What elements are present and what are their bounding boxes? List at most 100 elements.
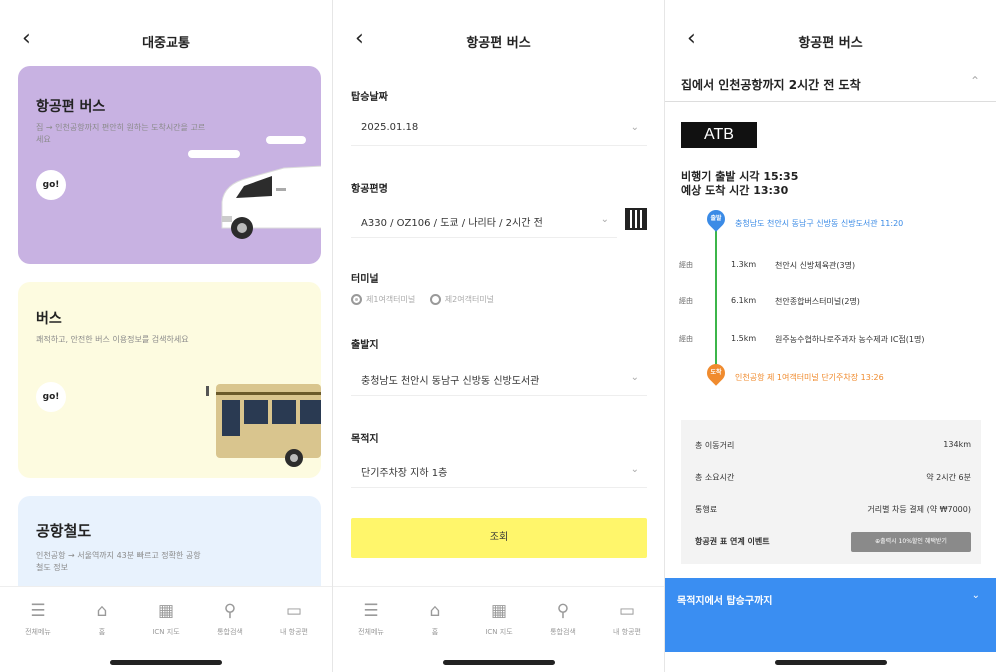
radio-checked-icon: [351, 294, 362, 305]
tab-label: 내 항공편: [613, 628, 641, 636]
home-indicator: [110, 660, 222, 665]
flight-select[interactable]: A330 / OZ106 / 도쿄 / 나리타 / 2시간 전 ⌄: [351, 206, 617, 238]
screen-transport-home: ‹ 대중교통 항공편 버스 집 → 인천공항까지 편안히 원하는 도착시간을 고…: [0, 0, 332, 672]
tab-search[interactable]: ⚲ 통합검색: [535, 599, 591, 637]
card-desc: 인천공항 → 서울역까지 43분 빠르고 정확한 공항철도 정보: [36, 551, 201, 572]
panel-title: 목적지에서 탑승구까지: [677, 596, 773, 607]
terminal-option-2[interactable]: 제2여객터미널: [429, 294, 495, 305]
info-value: 거리별 차등 결제 (약 ₩7000): [867, 505, 971, 514]
end-stop: 인천공항 제 1여객터미널 단기주차장 13:26: [735, 373, 884, 382]
gate-route-panel[interactable]: 목적지에서 탑승구까지 ⌄: [665, 578, 996, 652]
chevron-down-icon: ⌄: [971, 590, 980, 601]
origin-value: 충청남도 천안시 동남구 신방동 신방도서관: [361, 376, 540, 387]
via-tag: 經由: [679, 261, 693, 269]
info-key: 총 이동거리: [695, 441, 735, 450]
flight-value: A330 / OZ106 / 도쿄 / 나리타 / 2시간 전: [361, 218, 543, 229]
card-title: 버스: [36, 311, 62, 327]
tab-icn-map[interactable]: ▦ ICN 지도: [471, 599, 527, 637]
ticket-icon: ▭: [618, 601, 636, 621]
card-airline-bus[interactable]: 항공편 버스 집 → 인천공항까지 편안히 원하는 도착시간을 고르세요 go!: [18, 66, 321, 264]
date-select[interactable]: 2025.01.18 ⌄: [351, 114, 647, 146]
tab-home[interactable]: ⌂ 홈: [407, 599, 463, 637]
event-label: 항공권 표 연계 이벤트: [695, 537, 770, 546]
terminal-label: 터미널: [351, 274, 379, 285]
header: ‹ 항공편 버스: [333, 22, 664, 58]
page-title: 항공편 버스: [798, 36, 863, 51]
ticket-icon: ▭: [285, 601, 303, 621]
via-distance: 1.3km: [731, 260, 757, 269]
atb-badge: ATB: [681, 122, 757, 148]
dest-value: 단기주차장 지하 1층: [361, 468, 448, 479]
chevron-up-icon: ⌃: [969, 74, 980, 88]
via-tag: 經由: [679, 335, 693, 343]
radio-label: 제1여객터미널: [366, 295, 416, 304]
card-desc: 집 → 인천공항까지 편안히 원하는 도착시간을 고르세요: [36, 123, 206, 144]
departure-time: 비행기 출발 시각 15:35: [681, 170, 799, 183]
cloud-icon: [266, 136, 306, 144]
home-indicator: [775, 660, 887, 665]
tab-label: 전체메뉴: [25, 628, 51, 636]
qr-code-icon[interactable]: [625, 208, 647, 230]
flight-label: 항공편명: [351, 184, 388, 195]
info-value: 약 2시간 6분: [926, 473, 971, 482]
tab-label: 내 항공편: [280, 628, 308, 636]
screen-airline-bus-form: ‹ 항공편 버스 탑승날짜 2025.01.18 ⌄ 항공편명 A330 / O…: [332, 0, 664, 672]
tab-menu[interactable]: ☰ 전체메뉴: [10, 599, 66, 637]
go-button[interactable]: go!: [36, 382, 66, 412]
header: ‹ 대중교통: [0, 22, 332, 58]
event-button[interactable]: ⊕출력시 10%할인 혜택받기: [851, 532, 971, 552]
info-row-distance: 총 이동거리 134km: [695, 436, 971, 456]
radio-unchecked-icon: [429, 294, 441, 305]
chevron-down-icon: ⌄: [600, 214, 609, 225]
info-row-event: 항공권 표 연계 이벤트 ⊕출력시 10%할인 혜택받기: [695, 532, 971, 552]
tab-icn-map[interactable]: ▦ ICN 지도: [138, 599, 194, 637]
chevron-down-icon: ⌄: [630, 372, 639, 383]
via-distance: 6.1km: [731, 296, 757, 305]
map-icon: ▦: [157, 601, 175, 621]
tab-label: 전체메뉴: [358, 628, 384, 636]
info-value: 134km: [943, 440, 971, 449]
dest-select[interactable]: 단기주차장 지하 1층 ⌄: [351, 456, 647, 488]
home-icon: ⌂: [96, 601, 108, 621]
arrival-time: 예상 도착 시간 13:30: [681, 184, 789, 197]
header: ‹ 항공편 버스: [665, 22, 996, 58]
tab-search[interactable]: ⚲ 통합검색: [202, 599, 258, 637]
card-bus[interactable]: 버스 쾌적하고, 안전한 버스 이용정보를 검색하세요 go!: [18, 282, 321, 478]
tab-my-flight[interactable]: ▭ 내 항공편: [599, 599, 655, 637]
tab-home[interactable]: ⌂ 홈: [74, 599, 130, 637]
go-button[interactable]: go!: [36, 170, 66, 200]
chevron-down-icon: ⌄: [630, 464, 639, 475]
via-name: 원주농수협하나로주과자 농수제과 IC점(1명): [775, 335, 925, 344]
info-row-duration: 총 소요시간 약 2시간 6분: [695, 468, 971, 488]
tab-my-flight[interactable]: ▭ 내 항공편: [266, 599, 322, 637]
via-tag: 經由: [679, 297, 693, 305]
tab-label: ICN 지도: [485, 628, 513, 636]
terminal-option-1[interactable]: 제1여객터미널: [351, 294, 416, 305]
date-label: 탑승날짜: [351, 92, 388, 103]
tab-menu[interactable]: ☰ 전체메뉴: [343, 599, 399, 637]
dest-label: 목적지: [351, 434, 379, 445]
route-section-header[interactable]: 집에서 인천공항까지 2시간 전 도착 ⌃: [665, 64, 996, 102]
tab-label: 통합검색: [550, 628, 576, 636]
start-pin-label: 출발: [710, 215, 722, 222]
card-title: 항공편 버스: [36, 99, 106, 115]
bus-icon: [206, 384, 321, 467]
home-indicator: [443, 660, 555, 665]
start-stop: 충청남도 천안시 동남구 신방동 신방도서관 11:20: [735, 219, 904, 228]
screen-airline-bus-result: ‹ 항공편 버스 집에서 인천공항까지 2시간 전 도착 ⌃ ATB 비행기 출…: [664, 0, 996, 672]
origin-label: 출발지: [351, 340, 379, 351]
via-distance: 1.5km: [731, 334, 757, 343]
origin-select[interactable]: 충청남도 천안시 동남구 신방동 신방도서관 ⌄: [351, 364, 647, 396]
section-title: 집에서 인천공항까지 2시간 전 도착: [681, 78, 861, 92]
radio-label: 제2여객터미널: [444, 295, 495, 304]
tab-label: 홈: [98, 628, 106, 636]
info-key: 총 소요시간: [695, 473, 735, 482]
trip-info-box: 총 이동거리 134km 총 소요시간 약 2시간 6분 통행료 거리별 차등 …: [681, 420, 981, 564]
menu-icon: ☰: [363, 601, 379, 621]
info-key: 통행료: [695, 505, 718, 514]
date-value: 2025.01.18: [361, 122, 419, 133]
tab-label: 통합검색: [217, 628, 243, 636]
card-title: 공항철도: [36, 522, 92, 540]
via-name: 천안종합버스터미널(2명): [775, 297, 860, 306]
search-button[interactable]: 조회: [351, 518, 647, 558]
